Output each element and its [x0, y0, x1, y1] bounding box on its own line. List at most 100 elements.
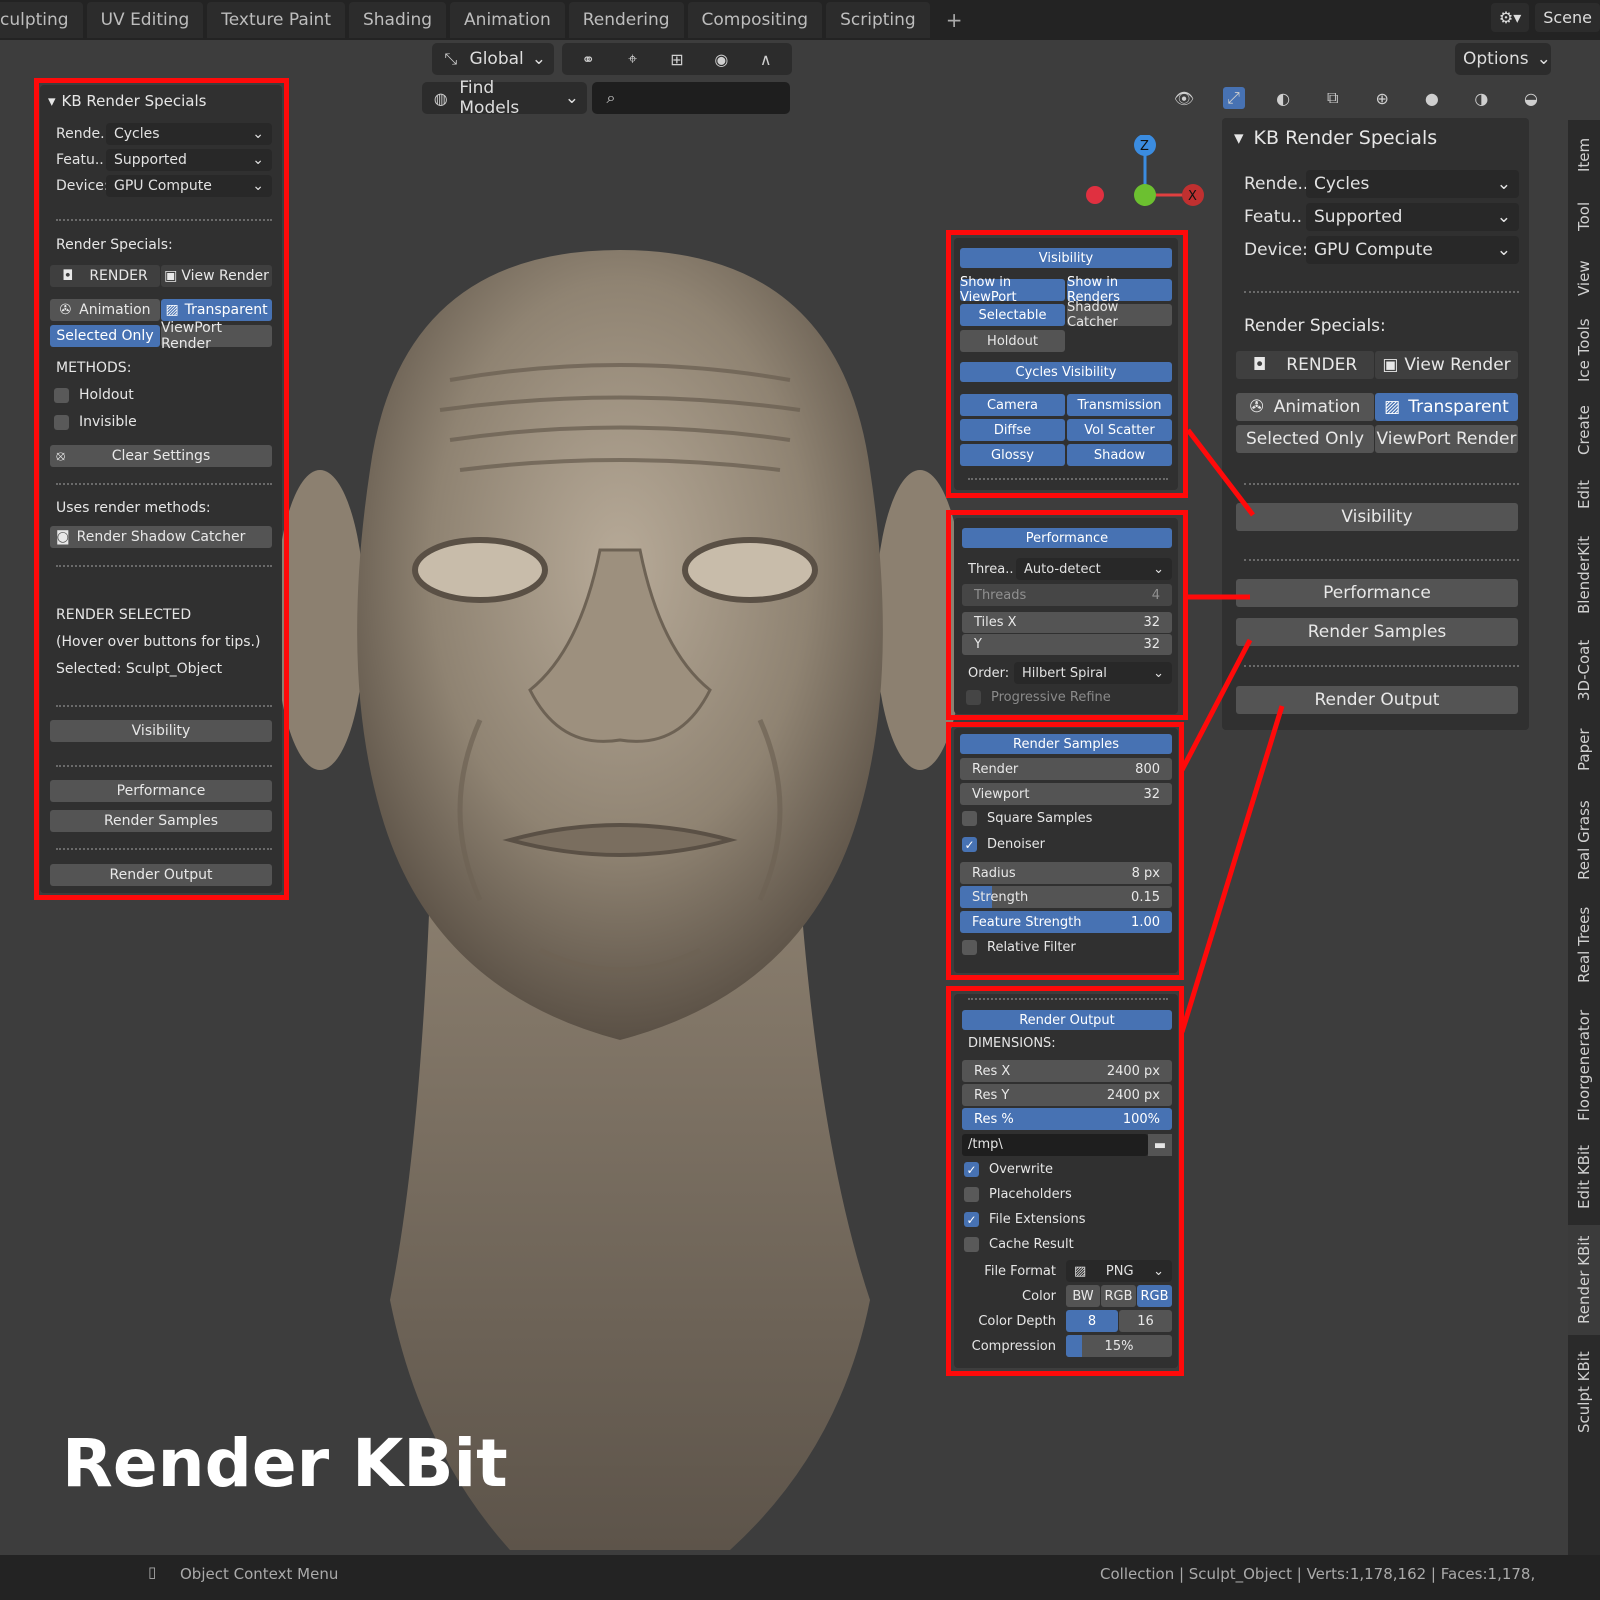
device-dropdown[interactable]: GPU Compute ⌄ — [1306, 236, 1519, 264]
snap-icon[interactable]: ⌖ — [622, 48, 644, 70]
render-button-label: RENDER — [1286, 355, 1358, 375]
orientation-label: Global — [469, 49, 524, 69]
viewport-shading-controls[interactable]: 👁 ⤢ ◐ ⧉ ⊕ ● ◑ ◒ — [1165, 82, 1550, 114]
sidebar-tab-sculpt-kbit[interactable]: Sculpt KBit — [1568, 1340, 1600, 1445]
device-row: Device: GPU Compute ⌄ — [1244, 236, 1519, 264]
chevron-down-icon: ⌄ — [1496, 207, 1511, 227]
camera-icon: ◘ — [1252, 355, 1267, 375]
search-icon: ⌕ — [606, 88, 616, 107]
sculpt-head-model — [280, 250, 960, 1550]
render-engine-row: Rende.. Cycles ⌄ — [1244, 170, 1519, 198]
view-render-button[interactable]: ▣ View Render — [1375, 351, 1518, 379]
feature-set-label: Featu.. — [1244, 207, 1302, 227]
tab-rendering[interactable]: Rendering — [568, 2, 684, 38]
sidebar-tab-item[interactable]: Item — [1568, 125, 1600, 185]
chevron-down-icon: ⌄ — [1536, 49, 1551, 69]
viewport-render-button[interactable]: ViewPort Render — [1375, 425, 1518, 453]
sidebar-tab-paper[interactable]: Paper — [1568, 715, 1600, 785]
visibility-button[interactable]: Visibility — [1236, 503, 1518, 531]
chevron-down-icon: ⌄ — [1496, 174, 1511, 194]
tab-shading[interactable]: Shading — [348, 2, 447, 38]
chevron-down-icon: ⌄ — [1496, 240, 1511, 260]
selected-only-toggle[interactable]: Selected Only — [1236, 425, 1374, 453]
performance-button[interactable]: Performance — [1236, 579, 1518, 607]
panel-header[interactable]: ▾ KB Render Specials — [1234, 124, 1524, 152]
visibility-icon[interactable]: 👁 — [1173, 87, 1195, 109]
rendered-shading-icon[interactable]: ◒ — [1520, 87, 1542, 109]
separator — [1244, 291, 1519, 293]
render-engine-label: Rende.. — [1244, 174, 1309, 194]
sidebar-tab-3d-coat[interactable]: 3D-Coat — [1568, 630, 1600, 710]
separator — [1244, 665, 1519, 667]
falloff-icon[interactable]: ∧ — [755, 48, 777, 70]
tab-texture-paint[interactable]: Texture Paint — [207, 2, 345, 38]
render-engine-dropdown[interactable]: Cycles ⌄ — [1306, 170, 1519, 198]
increment-icon[interactable]: ⊞ — [666, 48, 688, 70]
feature-set-dropdown[interactable]: Supported ⌄ — [1306, 203, 1519, 231]
xray-icon[interactable]: ⧉ — [1322, 87, 1344, 109]
render-samples-highlight — [946, 722, 1184, 980]
find-models-menu[interactable]: ◍ Find Models ⌄ — [422, 78, 587, 118]
tab-uv-editing[interactable]: UV Editing — [86, 2, 204, 38]
sidebar-tab-blenderkit[interactable]: BlenderKit — [1568, 525, 1600, 625]
transparent-label: Transparent — [1408, 397, 1509, 417]
gizmo-toggle-icon[interactable]: ⤢ — [1222, 87, 1245, 109]
device-value: GPU Compute — [1314, 240, 1433, 260]
globe-icon: ◍ — [433, 88, 448, 108]
add-workspace-button[interactable]: + — [934, 8, 975, 32]
find-models-label: Find Models — [459, 78, 520, 118]
tab-compositing[interactable]: Compositing — [687, 2, 823, 38]
options-label: Options — [1463, 49, 1529, 69]
transparent-toggle[interactable]: ▨ Transparent — [1375, 393, 1518, 421]
pivot-icon[interactable]: ⚭ — [577, 48, 599, 70]
sidebar-tab-edit-kbit[interactable]: Edit KBit — [1568, 1135, 1600, 1220]
left-panel-highlight — [34, 78, 289, 900]
image-icon: ▨ — [1384, 397, 1401, 417]
scene-name[interactable]: Scene — [1535, 3, 1600, 32]
material-shading-icon[interactable]: ◑ — [1470, 87, 1492, 109]
render-specials-heading: Render Specials: — [1244, 316, 1386, 336]
render-output-button[interactable]: Render Output — [1236, 686, 1518, 714]
solid-shading-icon[interactable]: ● — [1421, 87, 1443, 109]
svg-text:Z: Z — [1140, 139, 1149, 154]
right-render-specials-panel: ▾ KB Render Specials Rende.. Cycles ⌄ Fea… — [1222, 118, 1529, 730]
mouse-icon: ▯ — [148, 1563, 157, 1581]
view-render-label: View Render — [1404, 355, 1511, 375]
status-bar: ▯ Object Context Menu Collection | Sculp… — [0, 1555, 1600, 1600]
feature-set-value: Supported — [1314, 207, 1403, 227]
sidebar-tab-edit[interactable]: Edit — [1568, 468, 1600, 520]
status-left-text: Object Context Menu — [180, 1565, 339, 1583]
wireframe-shading-icon[interactable]: ⊕ — [1371, 87, 1393, 109]
overlay-icon[interactable]: ◐ — [1272, 87, 1294, 109]
snap-tools[interactable]: ⚭ ⌖ ⊞ ◉ ∧ — [562, 43, 792, 75]
animation-button[interactable]: ✇ Animation — [1236, 393, 1374, 421]
sidebar-tab-floorgenerator[interactable]: Floorgenerator — [1568, 1000, 1600, 1130]
sidebar-tab-real-trees[interactable]: Real Trees — [1568, 895, 1600, 995]
proportional-icon[interactable]: ◉ — [710, 48, 732, 70]
sidebar-tab-view[interactable]: View — [1568, 248, 1600, 308]
scene-icon[interactable]: ⚙▾ — [1490, 3, 1530, 32]
sidebar-tab-render-kbit[interactable]: Render KBit — [1568, 1225, 1600, 1335]
tab-animation[interactable]: Animation — [450, 2, 565, 38]
device-label: Device: — [1244, 240, 1308, 260]
tab-scripting[interactable]: Scripting — [826, 2, 930, 38]
sidebar-tab-ice-tools[interactable]: Ice Tools — [1568, 310, 1600, 390]
sidebar-tab-real-grass[interactable]: Real Grass — [1568, 790, 1600, 890]
render-engine-value: Cycles — [1314, 174, 1370, 194]
overlay-title: Render KBit — [62, 1425, 508, 1502]
tab-sculpting[interactable]: culpting — [0, 2, 83, 38]
feature-set-row: Featu.. Supported ⌄ — [1244, 203, 1519, 231]
sidebar-tabs: Item Tool View Ice Tools Create Edit Ble… — [1568, 120, 1600, 1555]
render-samples-button[interactable]: Render Samples — [1236, 618, 1518, 646]
render-button[interactable]: ◘ RENDER — [1236, 351, 1374, 379]
orientation-icon: ⤡ — [444, 49, 458, 68]
visibility-panel-highlight — [946, 230, 1188, 498]
search-input[interactable]: ⌕ — [592, 82, 790, 114]
collapse-triangle-icon: ▾ — [1234, 127, 1244, 149]
chevron-down-icon: ⌄ — [531, 49, 546, 69]
sidebar-tab-tool[interactable]: Tool — [1568, 188, 1600, 244]
sidebar-tab-create[interactable]: Create — [1568, 395, 1600, 465]
options-menu[interactable]: Options ⌄ — [1455, 43, 1551, 75]
status-right-text: Collection | Sculpt_Object | Verts:1,178… — [1100, 1565, 1536, 1583]
transform-orientation[interactable]: ⤡ Global ⌄ — [432, 43, 554, 75]
